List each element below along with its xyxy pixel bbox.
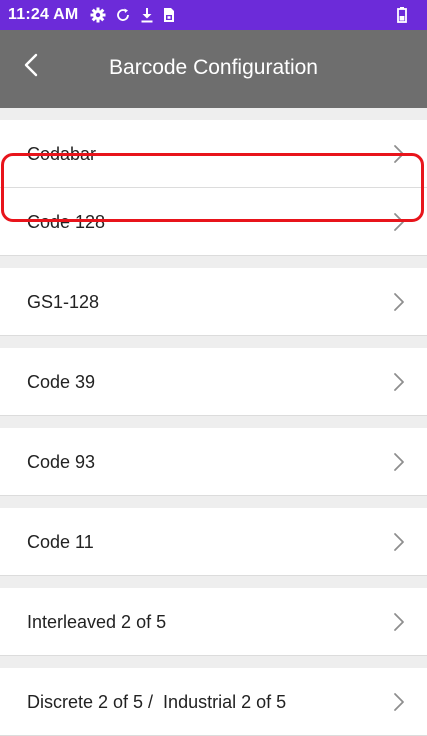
list-item-codabar[interactable]: Codabar <box>0 120 427 188</box>
list-item-label: Code 128 <box>27 212 106 232</box>
list-item-code-39[interactable]: Code 39 <box>0 348 427 416</box>
sync-icon <box>115 7 131 23</box>
chevron-right-icon <box>393 144 405 169</box>
page-title: Barcode Configuration <box>109 56 318 79</box>
chevron-right-icon <box>393 372 405 397</box>
status-icons <box>90 7 175 23</box>
list-item-interleaved-2-of-5[interactable]: Interleaved 2 of 5 <box>0 588 427 656</box>
list-item-code-93[interactable]: Code 93 <box>0 428 427 496</box>
list-item-label: Code 11 <box>27 532 94 552</box>
list-item-label: Interleaved 2 of 5 <box>27 612 167 632</box>
chevron-right-icon <box>393 692 405 717</box>
app-bar: Barcode Configuration <box>0 30 427 108</box>
chevron-right-icon <box>393 212 405 237</box>
sim-icon <box>163 7 175 23</box>
chevron-right-icon <box>393 452 405 477</box>
list-item-gs1-128[interactable]: GS1-128 <box>0 268 427 336</box>
list-item-code-11[interactable]: Code 11 <box>0 508 427 576</box>
battery-icon <box>397 7 407 28</box>
status-bar: 11:24 AM <box>0 0 427 30</box>
list-item-label: Discrete 2 of 5 / Industrial 2 of 5 <box>27 692 287 712</box>
download-icon <box>140 7 154 23</box>
chevron-right-icon <box>393 612 405 637</box>
list-item-label: Code 39 <box>27 372 96 392</box>
list-item-label: GS1-128 <box>27 292 100 312</box>
list-item-discrete-industrial-2-of-5[interactable]: Discrete 2 of 5 / Industrial 2 of 5 <box>0 668 427 736</box>
list-item-label: Codabar <box>27 144 97 164</box>
list-item-code-128[interactable]: Code 128 <box>0 188 427 256</box>
list-item-label: Code 93 <box>27 452 96 472</box>
chevron-right-icon <box>393 292 405 317</box>
gear-icon <box>90 7 106 23</box>
status-time: 11:24 AM <box>8 6 79 23</box>
chevron-right-icon <box>393 532 405 557</box>
